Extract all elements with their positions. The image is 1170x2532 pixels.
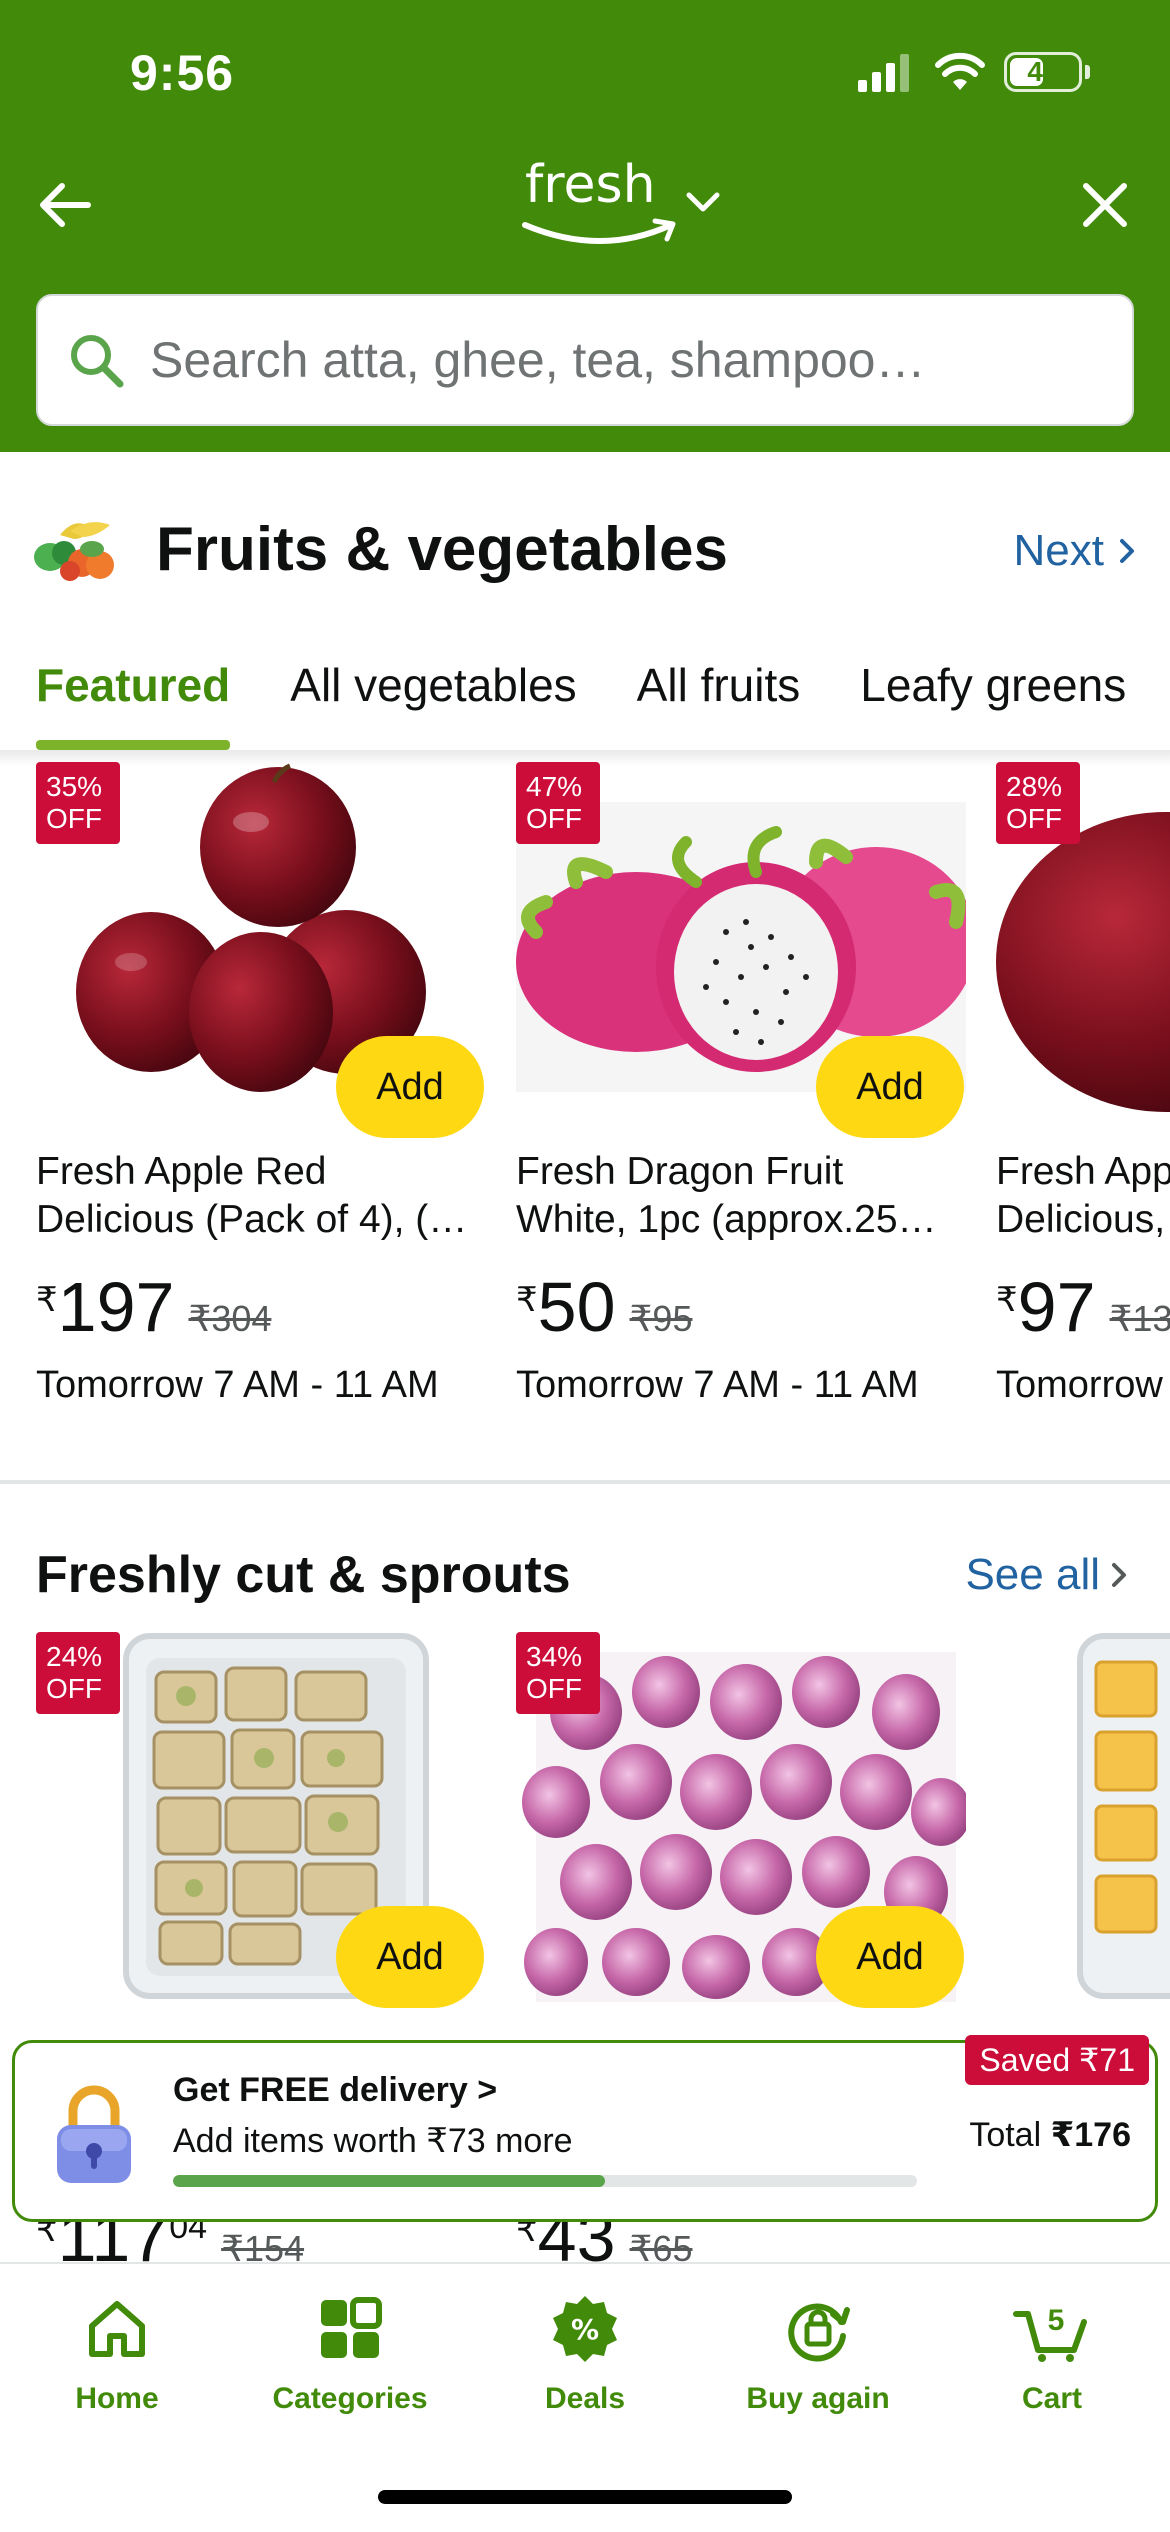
free-delivery-subtitle: Add items worth ₹73 more [173,2122,573,2160]
back-arrow-icon[interactable] [30,170,100,240]
svg-text:%: % [571,2313,599,2346]
category-header: Fruits & vegetables Next [0,500,1170,600]
section-title: Freshly cut & sprouts [36,1546,571,1604]
cart-icon: 5 [1013,2304,1087,2362]
delivery-slot: Tomorrow 7 AM - 11 AM [516,1364,919,1406]
categories-grid-icon [321,2297,382,2358]
buy-again-icon [788,2303,850,2362]
deals-percent-icon: % [553,2296,617,2362]
nav-buy-again[interactable]: Buy again [718,2294,918,2416]
discount-badge: 28% OFF [996,762,1080,844]
header: 9:56 45 fresh Search atta, ghee, tea, sh… [0,0,1170,452]
nav-categories[interactable]: Categories [250,2294,450,2416]
tab-leafy-greens[interactable]: Leafy greens [860,640,1126,750]
nav-buy-again-label: Buy again [746,2382,890,2415]
free-delivery-title[interactable]: Get FREE delivery > [173,2071,497,2110]
delivery-slot: Tomorrow 7 AM - 11 AM [36,1364,439,1406]
fresh-logo[interactable]: fresh [515,155,725,255]
see-all-link[interactable]: See all [965,1550,1128,1600]
price: 97 [1017,1268,1096,1346]
product-image-cut-yam[interactable] [1076,1632,1170,2002]
tab-all-vegetables[interactable]: All vegetables [290,640,576,750]
battery-level: 45 [1027,56,1059,87]
home-indicator[interactable] [378,2490,792,2504]
currency-symbol: ₹ [516,1281,538,1319]
next-category-link[interactable]: Next [1014,526,1136,576]
cart-count: 5 [1048,2304,1065,2337]
product-name[interactable]: Fresh Apple Delicious, [996,1148,1170,1244]
price: 197 [57,1268,175,1346]
nav-home[interactable]: Home [17,2294,217,2416]
original-price: ₹154 [221,2228,305,2262]
tab-all-fruits[interactable]: All fruits [637,640,801,750]
nav-cart[interactable]: 5 Cart [952,2294,1152,2416]
status-time: 9:56 [130,45,235,101]
delivery-slot: Tomorrow [996,1364,1163,1406]
add-to-cart-button[interactable]: Add [336,1036,484,1138]
free-delivery-banner[interactable]: Get FREE delivery > Add items worth ₹73 … [12,2035,1158,2222]
nav-deals-label: Deals [544,2382,626,2415]
original-price: ₹304 [188,1298,272,1339]
see-all-label: See all [965,1550,1100,1599]
nav-categories-label: Categories [272,2382,428,2415]
price-row: ₹ 197 ₹304 [36,1272,271,1342]
discount-badge: 35% OFF [36,762,120,844]
add-to-cart-button[interactable]: Add [816,1906,964,2008]
fruits-vegetables-icon [34,522,114,581]
discount-badge: 47% OFF [516,762,600,844]
saved-badge: Saved ₹71 [965,2035,1149,2085]
category-title: Fruits & vegetables [156,515,728,584]
original-price: ₹95 [629,1298,693,1339]
cart-total: Total ₹176 [969,2116,1131,2154]
progress-fill [173,2175,605,2187]
wifi-icon [935,52,985,90]
search-bar[interactable] [36,294,1134,426]
discount-badge: 34% OFF [516,1632,600,1714]
status-icons: 45 [856,52,1090,92]
currency-symbol: ₹ [996,1281,1018,1319]
section-divider [0,1480,1170,1484]
close-icon[interactable] [1070,170,1140,240]
category-tabs: Featured All vegetables All fruits Leafy… [0,640,1170,750]
nav-home-label: Home [75,2382,159,2415]
search-input[interactable] [150,331,1050,389]
cart-total-value: ₹176 [1050,2116,1131,2154]
price-row: ₹ 97 ₹13 [996,1272,1170,1342]
home-icon [89,2301,145,2357]
logo-text: fresh [525,155,656,215]
battery-icon: 45 [1004,52,1090,92]
nav-cart-label: Cart [1021,2382,1082,2415]
free-delivery-progress [173,2175,917,2187]
chevron-right-icon [1112,1563,1126,1587]
featured-products-row: 35% OFF Add Fresh Apple Red Delicious (Pa… [0,762,1170,1442]
add-to-cart-button[interactable]: Add [336,1906,484,2008]
tab-featured[interactable]: Featured [36,640,231,750]
product-name[interactable]: Fresh Apple Red Delicious (Pack of 4), (… [36,1148,486,1244]
add-to-cart-button[interactable]: Add [816,1036,964,1138]
cellular-signal-icon [858,54,909,92]
smile-logo-icon [522,218,676,244]
lock-icon [57,2085,131,2183]
chevron-right-icon [1120,539,1134,563]
next-label: Next [1013,526,1104,575]
price-row: ₹ 50 ₹95 [516,1272,692,1342]
nav-deals[interactable]: % Deals [485,2294,685,2416]
original-price: ₹65 [629,2228,693,2262]
app-screen: 9:56 45 fresh Search atta, ghee, tea, sh… [0,0,1170,2532]
currency-symbol: ₹ [36,1281,58,1319]
product-name[interactable]: Fresh Dragon Fruit White, 1pc (approx.25… [516,1148,966,1244]
discount-badge: 24% OFF [36,1632,120,1714]
chevron-down-icon[interactable] [683,187,723,217]
original-price: ₹13 [1109,1298,1170,1339]
price: 50 [537,1268,616,1346]
search-icon [71,335,124,388]
